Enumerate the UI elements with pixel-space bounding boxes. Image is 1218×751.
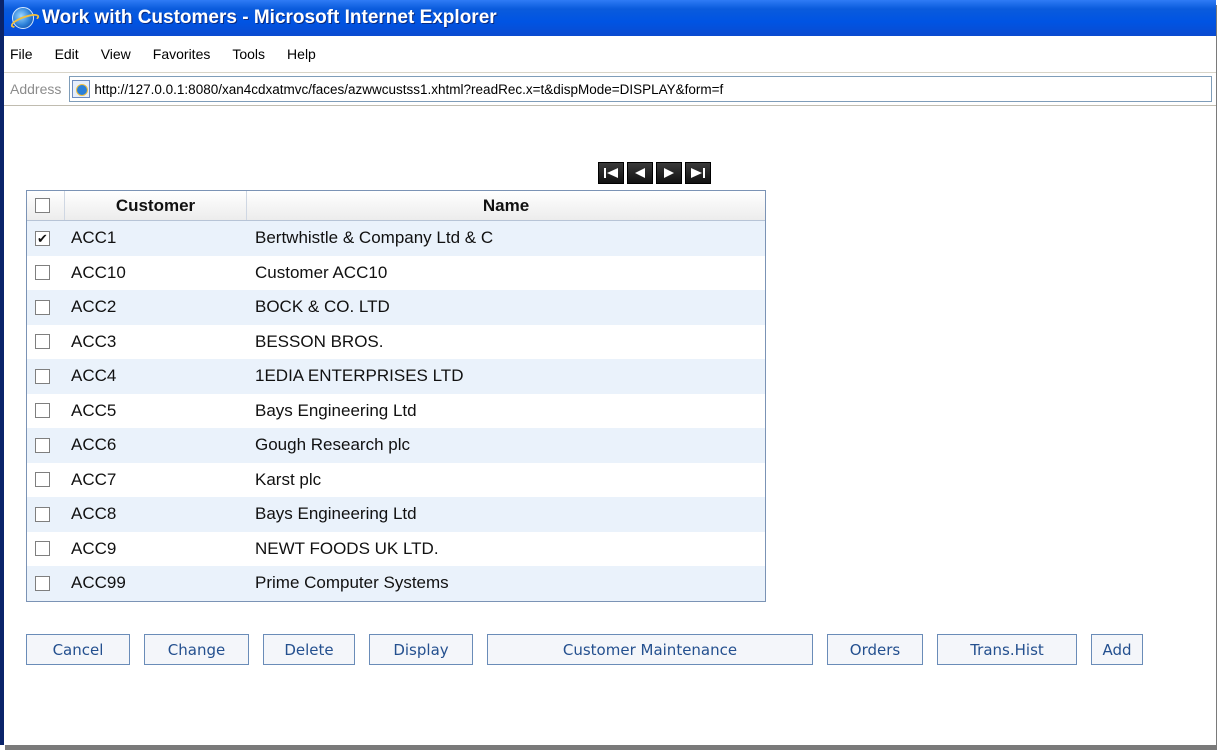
row-checkbox[interactable]	[35, 541, 50, 557]
row-checkbox[interactable]	[35, 403, 50, 419]
menu-edit[interactable]: Edit	[44, 46, 90, 62]
table-row[interactable]: ACC7 Karst plc	[27, 462, 765, 497]
customer-cell: ACC8	[71, 504, 117, 524]
customer-cell: ACC99	[71, 573, 126, 593]
display-button[interactable]: Display	[369, 634, 473, 665]
customer-grid: Customer Name ✔ ACC1 Bertwhistle & Company…	[26, 190, 766, 602]
previous-page-icon	[635, 168, 645, 178]
title-bar: Work with Customers - Microsoft Internet…	[4, 0, 1216, 36]
row-checkbox[interactable]	[35, 368, 50, 384]
last-page-icon	[691, 168, 705, 178]
name-cell: Bays Engineering Ltd	[255, 504, 417, 524]
menu-favorites[interactable]: Favorites	[142, 46, 222, 62]
table-row[interactable]: ACC6 Gough Research plc	[27, 428, 765, 463]
customer-cell: ACC6	[71, 435, 117, 455]
next-page-icon	[664, 168, 674, 178]
table-row[interactable]: ACC8 Bays Engineering Ltd	[27, 497, 765, 532]
select-all-checkbox[interactable]	[35, 198, 50, 213]
first-page-button[interactable]	[598, 162, 624, 184]
menu-bar: File Edit View Favorites Tools Help	[4, 36, 1216, 72]
name-cell: Prime Computer Systems	[255, 573, 449, 593]
name-cell: Customer ACC10	[255, 262, 388, 282]
address-input[interactable]: http://127.0.0.1:8080/xan4cdxatmvc/faces…	[69, 76, 1212, 102]
cancel-button[interactable]: Cancel	[26, 634, 130, 665]
row-checkbox[interactable]: ✔	[35, 230, 50, 246]
row-checkbox[interactable]	[35, 575, 50, 591]
customer-cell: ACC5	[71, 400, 117, 420]
page-icon	[72, 80, 91, 98]
customer-cell: ACC2	[71, 297, 117, 317]
previous-page-button[interactable]	[627, 162, 653, 184]
address-url: http://127.0.0.1:8080/xan4cdxatmvc/faces…	[94, 81, 724, 97]
change-button[interactable]: Change	[144, 634, 249, 665]
menu-view[interactable]: View	[90, 46, 142, 62]
table-row[interactable]: ACC10 Customer ACC10	[27, 255, 765, 290]
first-page-icon	[604, 168, 618, 178]
delete-button[interactable]: Delete	[263, 634, 355, 665]
customer-cell: ACC4	[71, 366, 117, 386]
pager	[598, 162, 711, 184]
row-checkbox[interactable]	[35, 299, 50, 315]
customer-maintenance-button[interactable]: Customer Maintenance	[487, 634, 813, 665]
customer-cell: ACC7	[71, 469, 117, 489]
header-name[interactable]: Name	[247, 191, 765, 220]
check-mark-icon: ✔	[37, 230, 48, 246]
address-label: Address	[10, 81, 62, 97]
table-row[interactable]: ACC9 NEWT FOODS UK LTD.	[27, 531, 765, 566]
window-title: Work with Customers - Microsoft Internet…	[42, 7, 497, 28]
table-row[interactable]: ACC99 Prime Computer Systems	[27, 566, 765, 601]
grid-header: Customer Name	[27, 191, 765, 221]
name-cell: 1EDIA ENTERPRISES LTD	[255, 366, 464, 386]
table-row[interactable]: ✔ ACC1 Bertwhistle & Company Ltd & C	[27, 221, 765, 256]
menu-file[interactable]: File	[4, 46, 44, 62]
table-row[interactable]: ACC5 Bays Engineering Ltd	[27, 393, 765, 428]
customer-cell: ACC10	[71, 262, 126, 282]
row-checkbox[interactable]	[35, 265, 50, 281]
row-checkbox[interactable]	[35, 472, 50, 488]
header-customer[interactable]: Customer	[65, 191, 247, 220]
grid-body: ✔ ACC1 Bertwhistle & Company Ltd & C ACC10 C…	[27, 221, 765, 601]
row-checkbox[interactable]	[35, 437, 50, 453]
table-row[interactable]: ACC3 BESSON BROS.	[27, 324, 765, 359]
table-row[interactable]: ACC2 BOCK & CO. LTD	[27, 290, 765, 325]
name-cell: BESSON BROS.	[255, 331, 384, 351]
name-cell: BOCK & CO. LTD	[255, 297, 390, 317]
name-cell: NEWT FOODS UK LTD.	[255, 538, 439, 558]
action-buttons: Cancel Change Delete Display Customer Ma…	[26, 634, 1143, 665]
last-page-button[interactable]	[685, 162, 711, 184]
row-checkbox[interactable]	[35, 334, 50, 350]
orders-button[interactable]: Orders	[827, 634, 923, 665]
table-row[interactable]: ACC4 1EDIA ENTERPRISES LTD	[27, 359, 765, 394]
next-page-button[interactable]	[656, 162, 682, 184]
name-cell: Bertwhistle & Company Ltd & C	[255, 228, 494, 248]
customer-cell: ACC1	[71, 228, 117, 248]
customer-cell: ACC9	[71, 538, 117, 558]
customer-cell: ACC3	[71, 331, 117, 351]
add-button[interactable]: Add	[1091, 634, 1143, 665]
page-content: Customer Name ✔ ACC1 Bertwhistle & Company…	[8, 106, 1216, 745]
name-cell: Bays Engineering Ltd	[255, 400, 417, 420]
name-cell: Gough Research plc	[255, 435, 410, 455]
internet-explorer-icon	[12, 7, 34, 29]
name-cell: Karst plc	[255, 469, 322, 489]
address-bar: Address http://127.0.0.1:8080/xan4cdxatm…	[4, 72, 1216, 106]
browser-window: Work with Customers - Microsoft Internet…	[0, 0, 1216, 745]
menu-tools[interactable]: Tools	[221, 46, 276, 62]
trans-hist-button[interactable]: Trans.Hist	[937, 634, 1077, 665]
row-checkbox[interactable]	[35, 506, 50, 522]
menu-help[interactable]: Help	[276, 46, 327, 62]
